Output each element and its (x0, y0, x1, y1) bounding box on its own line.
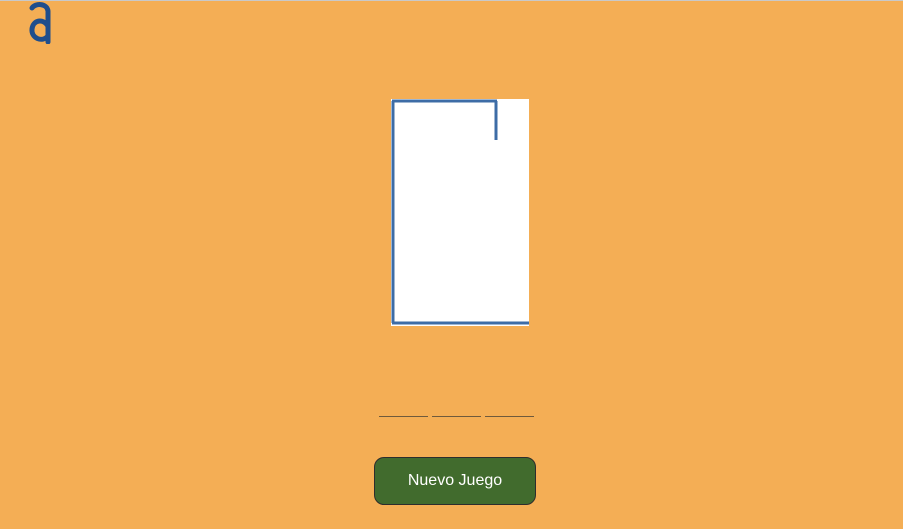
hangman-board (391, 99, 529, 326)
new-game-button[interactable]: Nuevo Juego (374, 457, 536, 505)
word-blanks (379, 405, 534, 417)
letter-blank (432, 405, 481, 417)
brand-a-icon (29, 2, 51, 44)
top-border (0, 0, 903, 1)
letter-blank (379, 405, 428, 417)
letter-blank (485, 405, 534, 417)
gallows-drawing (391, 99, 529, 325)
